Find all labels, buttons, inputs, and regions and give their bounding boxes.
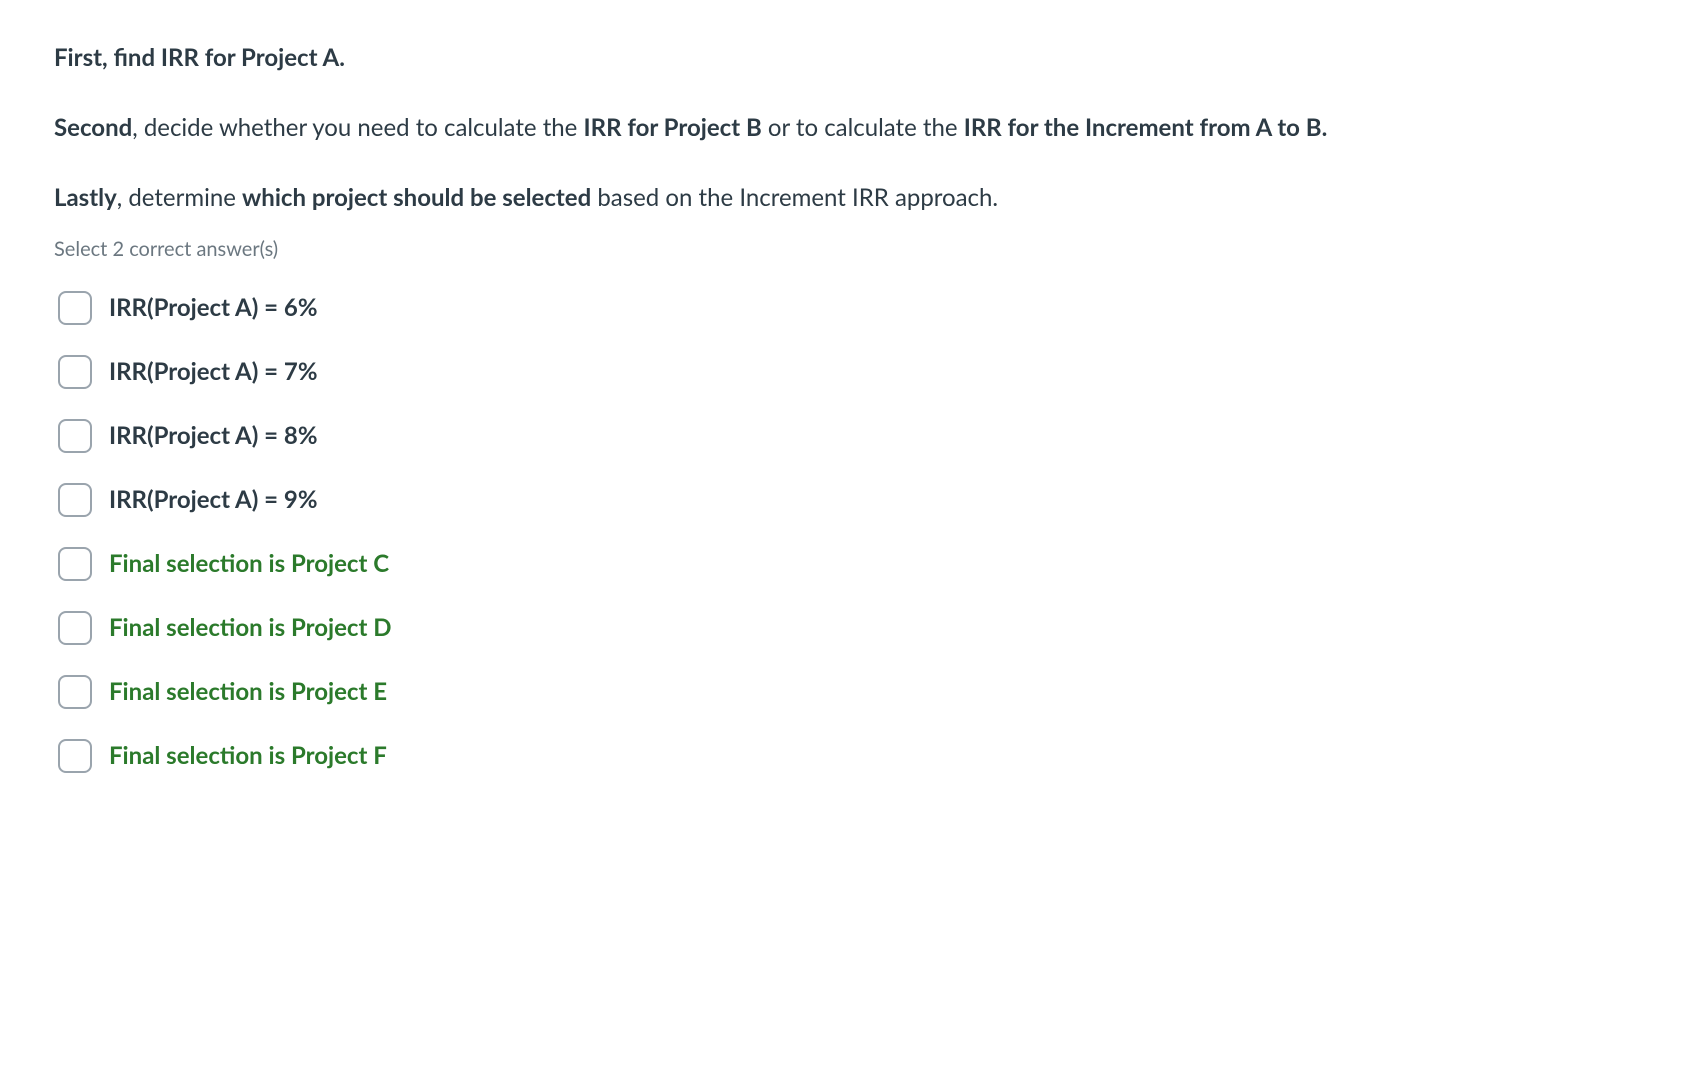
answer-choice[interactable]: Final selection is Project F xyxy=(54,736,1640,776)
answer-choice[interactable]: Final selection is Project C xyxy=(54,544,1640,584)
bold-text: IRR for Project B xyxy=(584,113,762,142)
answer-choice[interactable]: Final selection is Project E xyxy=(54,672,1640,712)
answer-label: IRR(Project A) = 9% xyxy=(109,482,318,518)
answer-choice[interactable]: Final selection is Project D xyxy=(54,608,1640,648)
plain-text: , determine xyxy=(117,183,242,212)
answer-label: IRR(Project A) = 7% xyxy=(109,354,318,390)
bold-text: First, find IRR for Project A. xyxy=(54,43,345,72)
answer-checkbox[interactable] xyxy=(58,483,92,517)
answer-label: IRR(Project A) = 6% xyxy=(109,290,318,326)
answer-checkbox[interactable] xyxy=(58,611,92,645)
answer-label: Final selection is Project E xyxy=(109,674,387,710)
answer-label: IRR(Project A) = 8% xyxy=(109,418,318,454)
bold-text: Lastly xyxy=(54,183,117,212)
answer-label: Final selection is Project D xyxy=(109,610,392,646)
answer-choice[interactable]: IRR(Project A) = 8% xyxy=(54,416,1640,456)
answer-label: Final selection is Project F xyxy=(109,738,387,774)
answer-choice[interactable]: IRR(Project A) = 9% xyxy=(54,480,1640,520)
answer-checkbox[interactable] xyxy=(58,291,92,325)
answer-checkbox[interactable] xyxy=(58,547,92,581)
answer-choice[interactable]: IRR(Project A) = 6% xyxy=(54,288,1640,328)
question-paragraph-2: Second, decide whether you need to calcu… xyxy=(54,110,1640,146)
question-paragraph-1: First, find IRR for Project A. xyxy=(54,40,1640,76)
bold-text: which project should be selected xyxy=(242,183,591,212)
question-paragraph-3: Lastly, determine which project should b… xyxy=(54,180,1640,216)
answer-checkbox[interactable] xyxy=(58,739,92,773)
answer-choice[interactable]: IRR(Project A) = 7% xyxy=(54,352,1640,392)
plain-text: based on the Increment IRR approach. xyxy=(591,183,998,212)
question-stem: First, find IRR for Project A. Second, d… xyxy=(54,40,1640,216)
plain-text: or to calculate the xyxy=(762,113,964,142)
answer-label: Final selection is Project C xyxy=(109,546,389,582)
answer-choice-list: IRR(Project A) = 6% IRR(Project A) = 7% … xyxy=(54,288,1640,776)
answer-checkbox[interactable] xyxy=(58,419,92,453)
answer-checkbox[interactable] xyxy=(58,675,92,709)
bold-text: IRR for the Increment from A to B. xyxy=(964,113,1328,142)
select-count-hint: Select 2 correct answer(s) xyxy=(54,234,1640,264)
answer-checkbox[interactable] xyxy=(58,355,92,389)
bold-text: Second xyxy=(54,113,132,142)
plain-text: , decide whether you need to calculate t… xyxy=(132,113,583,142)
